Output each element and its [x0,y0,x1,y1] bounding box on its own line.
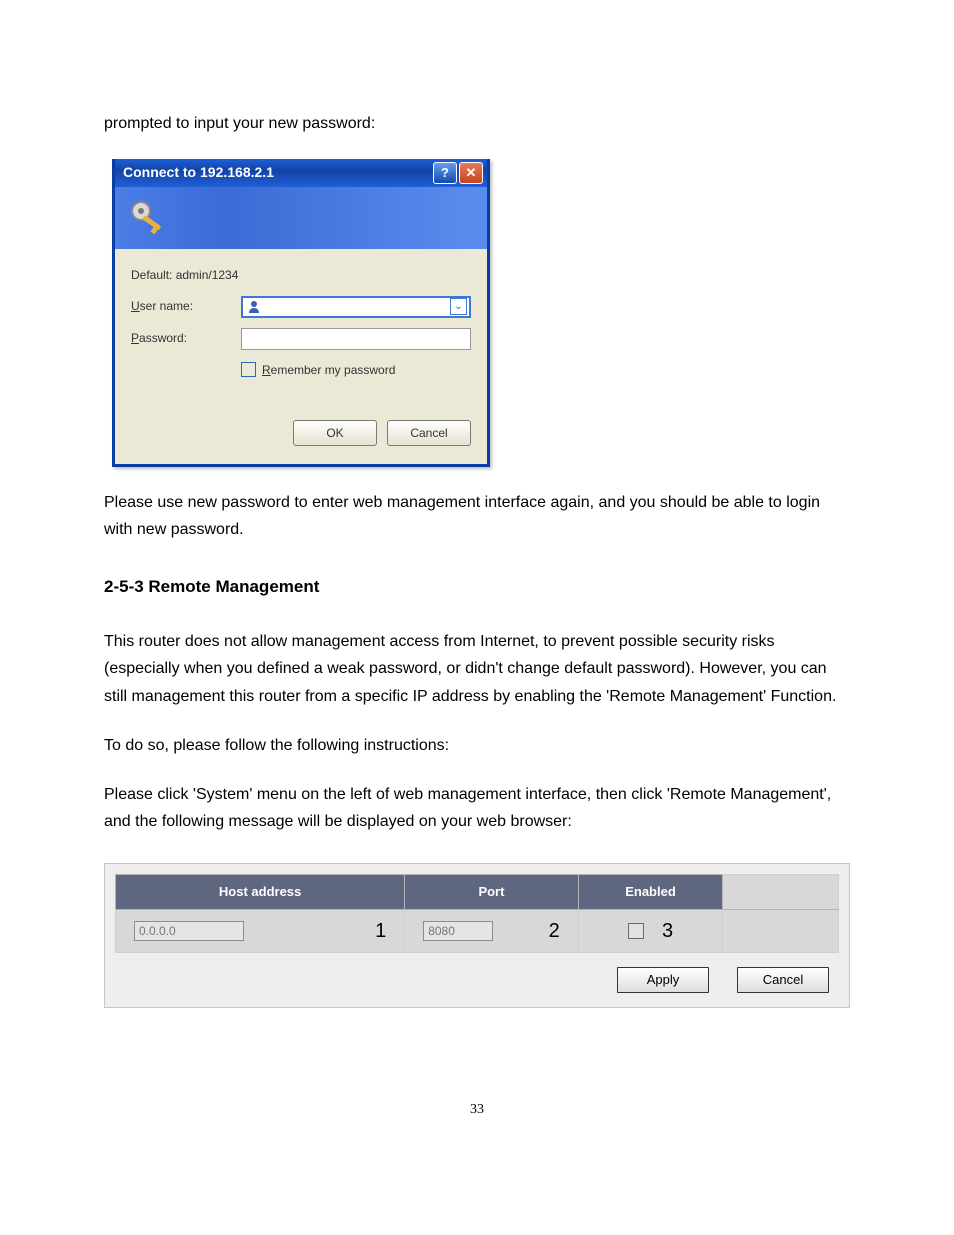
keys-icon [127,197,169,239]
table-row: 1 2 3 [116,910,839,953]
port-input[interactable] [423,921,493,941]
col-enabled: Enabled [578,875,723,910]
dialog-banner [115,187,487,249]
section-p3: Please click 'System' menu on the left o… [104,781,850,835]
section-p2: To do so, please follow the following in… [104,732,850,759]
post-dialog-text: Please use new password to enter web man… [104,489,850,543]
section-heading: 2-5-3 Remote Management [104,573,850,602]
col-port: Port [405,875,579,910]
password-input[interactable] [241,328,471,350]
default-hint: Default: admin/1234 [131,265,238,285]
username-input[interactable]: ⌄ [241,296,471,318]
cancel-button[interactable]: Cancel [387,420,471,446]
annotation-3: 3 [662,914,673,948]
chevron-down-icon[interactable]: ⌄ [450,298,467,315]
page-number: 33 [104,1098,850,1122]
host-address-input[interactable] [134,921,244,941]
titlebar[interactable]: Connect to 192.168.2.1 ? ✕ [115,159,487,187]
remember-checkbox[interactable] [241,362,256,377]
section-p1: This router does not allow management ac… [104,628,850,710]
user-icon [247,300,261,314]
annotation-2: 2 [549,914,560,948]
password-label: Password: [131,328,241,348]
close-icon[interactable]: ✕ [459,162,483,184]
cancel-button-remote[interactable]: Cancel [737,967,829,993]
annotation-1: 1 [375,914,386,948]
enabled-checkbox[interactable] [628,923,644,939]
remote-management-panel: Host address Port Enabled 1 2 [104,863,850,1008]
help-icon[interactable]: ? [433,162,457,184]
intro-text: prompted to input your new password: [104,110,850,137]
connect-dialog: Connect to 192.168.2.1 ? ✕ Default: admi… [112,159,490,467]
ok-button[interactable]: OK [293,420,377,446]
apply-button[interactable]: Apply [617,967,709,993]
titlebar-title: Connect to 192.168.2.1 [123,161,274,185]
remember-label: Remember my password [262,360,395,380]
col-host: Host address [116,875,405,910]
username-label: User name: [131,296,241,316]
remote-management-table: Host address Port Enabled 1 2 [115,874,839,953]
